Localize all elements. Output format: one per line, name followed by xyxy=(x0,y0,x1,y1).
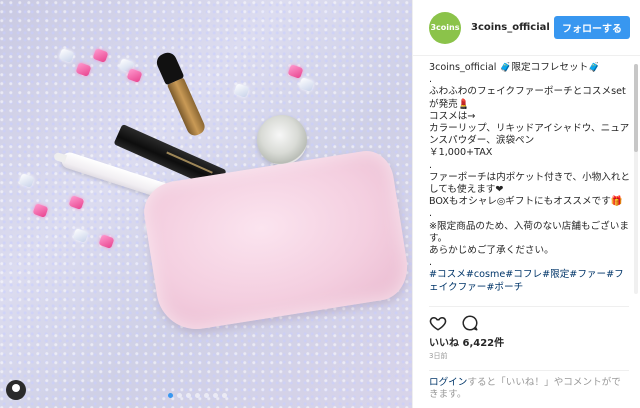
carousel-dot[interactable] xyxy=(222,393,227,398)
likes-number: 6,422件 xyxy=(462,338,505,349)
carousel-dot[interactable] xyxy=(195,393,200,398)
carousel-dot[interactable] xyxy=(213,393,218,398)
carousel-dots xyxy=(168,393,227,398)
login-link[interactable]: ログイン xyxy=(429,377,467,388)
caption-line: カラーリップ、リキッドアイシャドウ、ニュアンスパウダー、涙袋ペン xyxy=(429,123,630,147)
fur-pouch xyxy=(139,147,412,335)
post-timestamp: 3日前 xyxy=(429,352,448,360)
caption-line: . xyxy=(429,208,433,220)
decor-gem xyxy=(98,234,115,249)
decor-gem xyxy=(287,64,304,79)
caption-line: ※限定商品のため、入荷のない店舗もございます。 xyxy=(429,220,629,244)
likes-count[interactable]: いいね 6,422件 xyxy=(429,334,504,349)
post-panel: 3coins 3coins_official フォローする 3coins_off… xyxy=(412,0,640,408)
account-avatar[interactable]: 3coins xyxy=(429,11,461,44)
carousel-dot[interactable] xyxy=(204,393,209,398)
lip-tube xyxy=(154,49,208,138)
account-name[interactable]: 3coins_official xyxy=(471,22,550,33)
post-header: 3coins 3coins_official フォローする xyxy=(413,0,640,56)
caption-line: ふわふわのフェイクファーポーチとコスメsetが発売💄 xyxy=(429,86,626,110)
decor-gem xyxy=(68,195,85,210)
carousel-dot[interactable] xyxy=(177,393,182,398)
caption-line: 3coins_official 🧳限定コフレセット🧳 xyxy=(429,62,601,73)
decor-gem xyxy=(75,62,92,77)
likes-label: いいね xyxy=(429,338,459,349)
caption-line: BOXもオシャレ◎ギフトにもオススメです🎁 xyxy=(429,196,623,208)
caption-line: . xyxy=(429,257,433,269)
caption-line: ファーポーチは内ポケット付きで、小物入れとしても使えます❤ xyxy=(429,171,631,196)
decor-gem xyxy=(32,203,49,218)
caption-line: . xyxy=(429,159,433,171)
carousel-dot[interactable] xyxy=(168,393,173,398)
decor-gem xyxy=(58,48,75,63)
caption-line: コスメは→ xyxy=(429,110,476,122)
decor-gem xyxy=(72,228,89,243)
user-icon[interactable] xyxy=(6,380,26,400)
carousel-dot[interactable] xyxy=(186,393,191,398)
caption-line: あらかじめご了承ください。 xyxy=(429,245,554,257)
post-caption: 3coins_official 🧳限定コフレセット🧳 . ふわふわのフェイクファ… xyxy=(429,62,631,300)
post-photo[interactable] xyxy=(0,0,412,408)
decor-gem xyxy=(298,77,315,92)
caption-scrollbar[interactable] xyxy=(634,64,638,294)
powder-compact xyxy=(257,115,307,165)
decor-gem xyxy=(92,48,109,63)
decor-gem xyxy=(18,173,35,188)
decor-gem xyxy=(126,68,143,83)
decor-gem xyxy=(233,83,250,98)
login-prompt: ログインすると「いいね！」やコメントができます。 xyxy=(429,370,629,401)
post-actions xyxy=(429,306,629,332)
caption-line: . xyxy=(429,74,433,86)
comment-icon[interactable] xyxy=(461,314,479,332)
follow-button[interactable]: フォローする xyxy=(554,16,630,39)
caption-line: ￥1,000+TAX xyxy=(429,147,493,159)
hashtag-line[interactable]: #コスメ#cosme#コフレ#限定#ファー#フェイクファー#ポーチ xyxy=(429,269,631,293)
heart-icon[interactable] xyxy=(429,314,447,332)
